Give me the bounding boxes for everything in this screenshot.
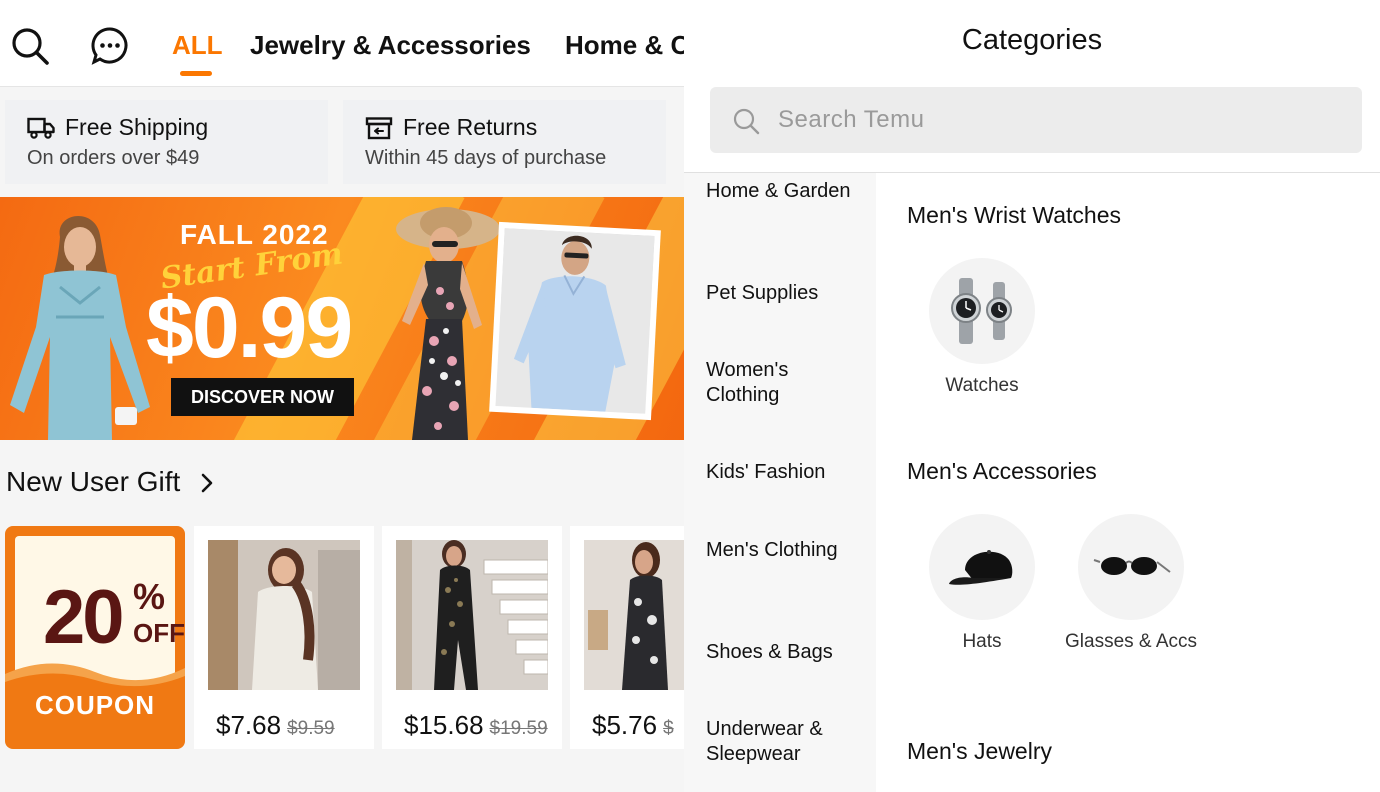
perk-title: Free Returns bbox=[403, 114, 538, 140]
sidebar-item-underwear-sleepwear[interactable]: Underwear & Sleepwear bbox=[706, 717, 866, 767]
product-price: $5.76 $ bbox=[592, 710, 674, 741]
product-image bbox=[396, 540, 548, 690]
product-image bbox=[208, 540, 360, 690]
price-original: $ bbox=[663, 718, 674, 739]
price-current: $7.68 bbox=[216, 710, 282, 740]
coupon-card[interactable]: 20 % OFF COUPON bbox=[5, 526, 185, 749]
category-hats[interactable] bbox=[929, 514, 1035, 620]
product-card[interactable]: $15.68 $19.59 bbox=[382, 526, 562, 749]
search-placeholder: Search Temu bbox=[778, 106, 925, 133]
price-current: $5.76 bbox=[592, 710, 658, 740]
discover-now-button[interactable]: DISCOVER NOW bbox=[171, 378, 354, 416]
category-label: Glasses & Accs bbox=[1065, 631, 1197, 652]
cap-icon bbox=[949, 550, 1013, 585]
product-card[interactable]: $5.76 $ bbox=[570, 526, 684, 749]
coupon-percent: 20 bbox=[43, 575, 125, 660]
watch-icon bbox=[951, 278, 1012, 344]
sidebar-item-pet-supplies[interactable]: Pet Supplies bbox=[706, 281, 866, 306]
coupon-off: OFF bbox=[133, 618, 185, 648]
free-returns-card[interactable]: Free Returns Within 45 days of purchase bbox=[343, 100, 666, 184]
tab-jewelry-accessories[interactable]: Jewelry & Accessories bbox=[250, 30, 531, 61]
search-icon bbox=[732, 107, 760, 135]
sidebar-item-home-garden[interactable]: Home & Garden bbox=[706, 179, 866, 204]
coupon-label: COUPON bbox=[34, 690, 156, 720]
search-icon[interactable] bbox=[10, 26, 50, 66]
coupon-wave bbox=[5, 663, 185, 694]
categories-panel: Categories Search Temu Home & Garden Pet… bbox=[684, 0, 1380, 792]
category-watches[interactable] bbox=[929, 258, 1035, 364]
free-shipping-card[interactable]: Free Shipping On orders over $49 bbox=[5, 100, 328, 184]
search-input[interactable]: Search Temu bbox=[710, 87, 1362, 153]
sidebar-item-womens-clothing[interactable]: Women's Clothing bbox=[706, 358, 866, 408]
home-panel: ALL Jewelry & Accessories Home & C Free … bbox=[0, 0, 684, 792]
chat-icon[interactable] bbox=[90, 26, 130, 66]
tab-active-indicator bbox=[180, 71, 212, 76]
app-root: ALL Jewelry & Accessories Home & C Free … bbox=[0, 0, 1380, 792]
return-box-icon bbox=[365, 116, 393, 140]
perk-subtitle: On orders over $49 bbox=[27, 147, 200, 169]
sunglasses-icon bbox=[1093, 557, 1171, 575]
nav-divider bbox=[0, 86, 684, 87]
sidebar-item-shoes-bags[interactable]: Shoes & Bags bbox=[706, 640, 866, 665]
coupon-percent-symbol: % bbox=[133, 576, 166, 617]
product-price: $7.68 $9.59 bbox=[216, 710, 335, 741]
banner-price: $0.99 bbox=[146, 280, 353, 376]
new-user-gift-link[interactable]: New User Gift bbox=[6, 466, 180, 498]
section-title: Men's Wrist Watches bbox=[907, 202, 1121, 228]
category-label: Hats bbox=[962, 631, 1002, 652]
product-image bbox=[584, 540, 684, 690]
page-title: Categories bbox=[961, 24, 1103, 56]
section-title: Men's Accessories bbox=[907, 458, 1097, 484]
perk-title: Free Shipping bbox=[65, 114, 209, 140]
sidebar-item-mens-clothing[interactable]: Men's Clothing bbox=[706, 538, 866, 563]
model-shirt-card bbox=[489, 221, 661, 421]
category-glasses-accs[interactable] bbox=[1078, 514, 1184, 620]
section-title: Men's Jewelry bbox=[907, 738, 1052, 764]
chevron-right-icon[interactable] bbox=[198, 470, 216, 496]
product-price: $15.68 $19.59 bbox=[404, 710, 548, 741]
model-sweater-image bbox=[10, 216, 150, 440]
top-nav: ALL Jewelry & Accessories Home & C bbox=[0, 0, 684, 86]
model-shirt-image bbox=[495, 228, 655, 414]
price-original: $19.59 bbox=[489, 718, 548, 739]
perk-subtitle: Within 45 days of purchase bbox=[365, 147, 607, 169]
category-sidebar: Home & Garden Pet Supplies Women's Cloth… bbox=[684, 173, 876, 792]
sidebar-item-kids-fashion[interactable]: Kids' Fashion bbox=[706, 460, 866, 485]
tab-all[interactable]: ALL bbox=[172, 30, 223, 61]
product-card[interactable]: $7.68 $9.59 bbox=[194, 526, 374, 749]
price-current: $15.68 bbox=[404, 710, 484, 740]
truck-icon bbox=[27, 116, 55, 140]
tab-home-garden[interactable]: Home & C bbox=[565, 30, 684, 61]
category-label: Watches bbox=[945, 375, 1019, 396]
price-original: $9.59 bbox=[287, 718, 335, 739]
model-floral-image bbox=[396, 207, 500, 440]
